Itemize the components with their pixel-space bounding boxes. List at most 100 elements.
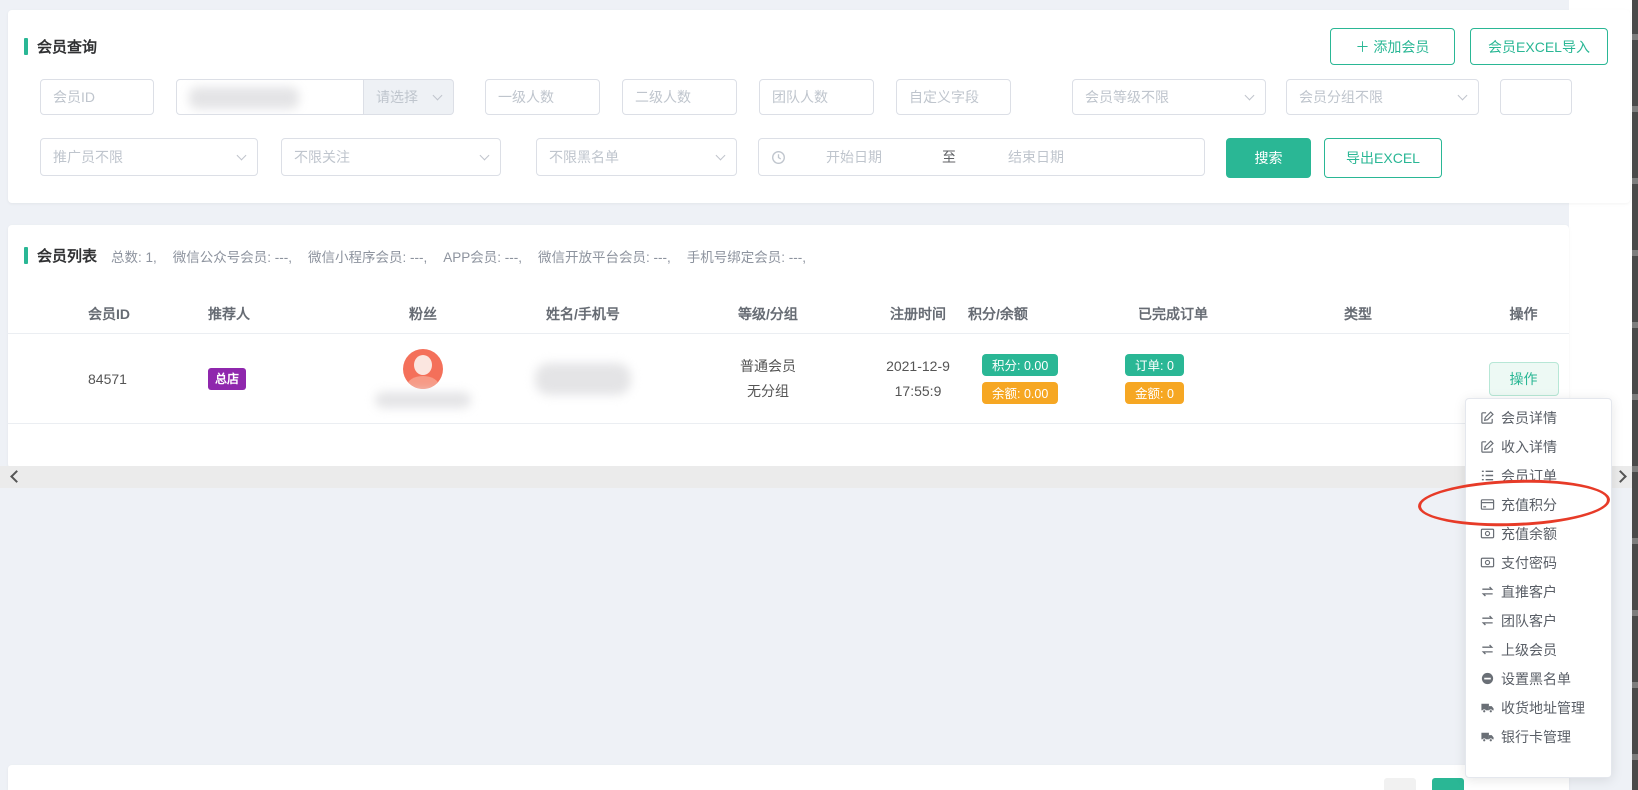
header-member-id: 会员ID [88, 304, 208, 324]
cell-member-id: 84571 [88, 334, 208, 423]
level2-count-input[interactable] [622, 79, 737, 115]
follow-select[interactable]: 不限关注 [281, 138, 501, 176]
member-group-select-value: 会员分组不限 [1299, 87, 1383, 107]
header-level-group: 等级/分组 [668, 304, 868, 324]
avatar [403, 349, 443, 389]
stat-open-platform: 微信开放平台会员: ---, [538, 246, 671, 266]
menu-item-member-orders[interactable]: 会员订单 [1466, 461, 1611, 490]
search-button[interactable]: 搜索 [1226, 138, 1311, 178]
menu-item-member-detail[interactable]: 会员详情 [1466, 403, 1611, 432]
extra-filter-input[interactable] [1500, 79, 1572, 115]
blacklist-select[interactable]: 不限黑名单 [536, 138, 737, 176]
list-section-header: 会员列表 [24, 245, 97, 266]
level1-count-input[interactable] [485, 79, 600, 115]
pagination-button-gray[interactable] [1384, 778, 1416, 790]
window-edge-sliver [1632, 0, 1638, 790]
bottom-card [8, 765, 1569, 790]
member-stats: 总数: 1, 微信公众号会员: ---, 微信小程序会员: ---, APP会员… [111, 246, 822, 266]
stat-phone-bound: 手机号绑定会员: ---, [687, 246, 806, 266]
cell-reg-date: 2021-12-9 [886, 354, 950, 379]
chevron-down-icon [433, 90, 443, 100]
menu-item-bank-card[interactable]: 银行卡管理 [1466, 722, 1611, 751]
export-excel-button[interactable]: 导出EXCEL [1324, 138, 1442, 178]
member-query-card: 会员查询 ＋ 添加会员 会员EXCEL导入 请选择 会员等级不限 会员分组不限 [8, 10, 1630, 203]
keyword-type-select-value: 请选择 [376, 87, 418, 107]
cell-level: 普通会员 [740, 354, 796, 379]
date-range-picker[interactable]: 开始日期 至 结束日期 [758, 138, 1205, 176]
truck-icon [1480, 729, 1495, 744]
query-section-header: 会员查询 [24, 36, 97, 57]
scroll-right-icon[interactable] [1614, 470, 1627, 483]
row-actions-menu: 会员详情 收入详情 会员订单 充值积分 充值余额 支付密码 直推客户 团队客户 … [1465, 398, 1612, 778]
table-header-row: 会员ID 推荐人 粉丝 姓名/手机号 等级/分组 注册时间 积分/余额 已完成订… [8, 294, 1569, 334]
stat-app: APP会员: ---, [443, 246, 522, 266]
menu-item-team-customers[interactable]: 团队客户 [1466, 606, 1611, 635]
member-level-select-value: 会员等级不限 [1085, 87, 1169, 107]
follow-select-value: 不限关注 [294, 147, 350, 167]
header-points-balance: 积分/余额 [968, 304, 1098, 324]
edit-icon [1480, 439, 1495, 454]
stat-wechat-official: 微信公众号会员: ---, [173, 246, 292, 266]
points-badge: 积分: 0.00 [982, 354, 1058, 376]
section-accent-bar [24, 247, 28, 264]
blacklist-select-value: 不限黑名单 [549, 147, 619, 167]
member-level-select[interactable]: 会员等级不限 [1072, 79, 1266, 115]
date-separator: 至 [942, 147, 956, 167]
section-accent-bar [24, 38, 28, 55]
stat-mini-program: 微信小程序会员: ---, [308, 246, 427, 266]
promoter-select[interactable]: 推广员不限 [40, 138, 258, 176]
table-row: 84571 总店 普通会员 无分组 2021-12-9 17:55:9 积分: … [8, 334, 1569, 424]
money-icon [1480, 526, 1495, 541]
excel-import-button[interactable]: 会员EXCEL导入 [1470, 28, 1608, 65]
swap-icon [1480, 584, 1495, 599]
menu-item-income-detail[interactable]: 收入详情 [1466, 432, 1611, 461]
edit-icon [1480, 410, 1495, 425]
amount-badge: 金额: 0 [1125, 382, 1184, 404]
chevron-down-icon [1458, 90, 1468, 100]
header-completed-orders: 已完成订单 [1098, 304, 1238, 324]
referrer-badge: 总店 [208, 368, 246, 390]
orders-badge: 订单: 0 [1125, 354, 1184, 376]
chevron-down-icon [237, 150, 247, 160]
money-icon [1480, 555, 1495, 570]
menu-item-parent-member[interactable]: 上级会员 [1466, 635, 1611, 664]
query-section-title: 会员查询 [37, 36, 97, 57]
chevron-down-icon [1245, 90, 1255, 100]
menu-item-set-blacklist[interactable]: 设置黑名单 [1466, 664, 1611, 693]
keyword-type-select[interactable]: 请选择 [364, 79, 454, 115]
cell-reg-time: 17:55:9 [895, 379, 942, 404]
menu-item-payment-password[interactable]: 支付密码 [1466, 548, 1611, 577]
clock-icon [771, 150, 786, 165]
menu-item-shipping-address[interactable]: 收货地址管理 [1466, 693, 1611, 722]
menu-item-recharge-balance[interactable]: 充值余额 [1466, 519, 1611, 548]
redacted-name-phone [535, 363, 631, 395]
member-group-select[interactable]: 会员分组不限 [1286, 79, 1479, 115]
balance-badge: 余额: 0.00 [982, 382, 1058, 404]
keyword-input[interactable] [176, 79, 364, 115]
header-reg-time: 注册时间 [868, 304, 968, 324]
menu-item-direct-customers[interactable]: 直推客户 [1466, 577, 1611, 606]
chevron-down-icon [480, 150, 490, 160]
team-count-input[interactable] [759, 79, 874, 115]
swap-icon [1480, 642, 1495, 657]
row-actions-button[interactable]: 操作 [1489, 362, 1559, 396]
pagination-button-green[interactable] [1432, 778, 1464, 790]
start-date-placeholder[interactable]: 开始日期 [826, 147, 882, 167]
header-name-phone: 姓名/手机号 [498, 304, 668, 324]
swap-icon [1480, 613, 1495, 628]
list-icon [1480, 468, 1495, 483]
header-fans: 粉丝 [348, 304, 498, 324]
end-date-placeholder[interactable]: 结束日期 [1008, 147, 1064, 167]
custom-field-input[interactable] [896, 79, 1011, 115]
cell-type [1238, 334, 1478, 423]
truck-icon [1480, 700, 1495, 715]
menu-item-recharge-points[interactable]: 充值积分 [1466, 490, 1611, 519]
member-id-input[interactable] [40, 79, 154, 115]
block-icon [1480, 671, 1495, 686]
horizontal-scrollbar[interactable] [0, 466, 1632, 488]
cell-group: 无分组 [747, 379, 789, 404]
scroll-left-icon[interactable] [10, 470, 23, 483]
redacted-fan-name [375, 392, 471, 408]
add-member-button[interactable]: ＋ 添加会员 [1330, 28, 1455, 65]
member-list-card: 会员列表 总数: 1, 微信公众号会员: ---, 微信小程序会员: ---, … [8, 225, 1569, 468]
